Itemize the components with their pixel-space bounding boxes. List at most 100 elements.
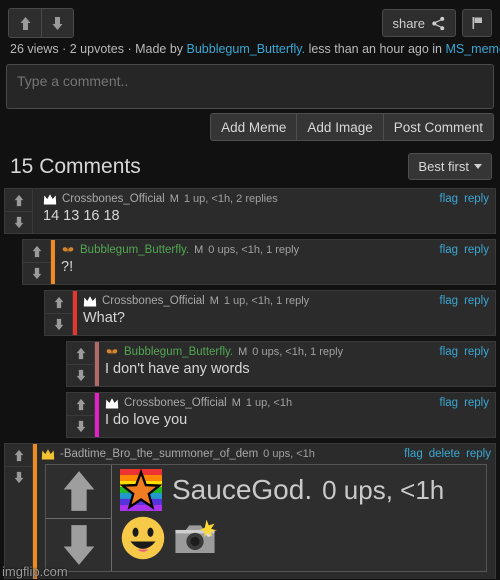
comment-vote-group	[23, 240, 51, 284]
meta-separator-1: ·	[58, 42, 70, 56]
comment-downvote-button[interactable]	[67, 364, 94, 386]
add-meme-button[interactable]: Add Meme	[210, 113, 298, 141]
comment-author-area: -Badtime_Bro_the_summoner_of_dem 0 ups, …	[41, 447, 315, 461]
composer-actions: Add Meme Add Image Post Comment	[6, 113, 494, 141]
arrow-down-icon	[63, 524, 94, 565]
comments-header: 15 Comments Best first	[0, 141, 500, 188]
comment-username[interactable]: Crossbones_Official	[124, 397, 227, 409]
gold-crown-icon	[41, 449, 55, 460]
flag-link[interactable]: flag	[440, 244, 459, 256]
arrow-up-icon	[76, 398, 85, 410]
comment-downvote-button[interactable]	[5, 211, 32, 233]
comment-header: Bubblegum_Butterfly. M 0 ups, <1h, 1 reply…	[105, 345, 489, 359]
arrow-down-icon	[76, 420, 85, 433]
flag-link[interactable]: flag	[440, 193, 459, 205]
comment-downvote-button[interactable]	[23, 262, 50, 284]
comment-upvote-button[interactable]	[5, 444, 32, 466]
reply-link[interactable]: reply	[464, 295, 489, 307]
chevron-down-icon	[474, 164, 482, 169]
comment-username[interactable]: Crossbones_Official	[62, 193, 165, 205]
comment-main: Crossbones_Official M 1 up, <1h, 1 reply fl…	[77, 291, 495, 335]
delete-link[interactable]: delete	[429, 448, 460, 460]
moderator-badge: M	[169, 193, 179, 205]
comment-main: Bubblegum_Butterfly. M 0 ups, <1h, 1 reply…	[55, 240, 495, 284]
comment-downvote-button[interactable]	[67, 415, 94, 437]
butterfly-icon	[62, 247, 74, 253]
reply-link[interactable]: reply	[464, 397, 489, 409]
stream-link[interactable]: MS_memer_group	[445, 42, 500, 56]
author-link[interactable]: Bubblegum_Butterfly.	[187, 42, 306, 56]
comment-vote-group	[45, 291, 73, 335]
comment-input[interactable]	[6, 64, 494, 109]
flag-post-button[interactable]	[462, 9, 492, 37]
post-comment-button[interactable]: Post Comment	[383, 113, 494, 141]
flag-link[interactable]: flag	[440, 346, 459, 358]
flag-link[interactable]: flag	[404, 448, 423, 460]
reply-link[interactable]: reply	[466, 448, 491, 460]
comment-author-area: Crossbones_Official M 1 up, <1h, 1 reply	[83, 294, 309, 308]
comment-downvote-button[interactable]	[45, 313, 72, 335]
comment-row: Crossbones_Official M 1 up, <1h, 1 reply fl…	[44, 290, 496, 336]
comment-links: flag reply	[440, 346, 489, 358]
sort-comments-dropdown[interactable]: Best first	[408, 153, 492, 180]
arrow-down-icon	[14, 471, 23, 484]
comment-text: ?!	[61, 259, 74, 275]
embedded-comment-image[interactable]: SauceGod. 0 ups, <1h	[45, 464, 487, 572]
comment-upvote-button[interactable]	[23, 240, 50, 262]
post-downvote-button[interactable]	[41, 9, 73, 37]
comment-upvote-button[interactable]	[5, 189, 32, 211]
share-nodes-icon	[432, 16, 445, 30]
embedded-stats: 0 ups, <1h	[322, 474, 445, 505]
rainbow-star-icon	[120, 469, 162, 511]
comment-vote-group	[67, 393, 95, 437]
comment-row-embedded: -Badtime_Bro_the_summoner_of_dem 0 ups, …	[4, 443, 496, 579]
moderator-badge: M	[209, 295, 219, 307]
flag-link[interactable]: flag	[440, 397, 459, 409]
comment-upvote-button[interactable]	[45, 291, 72, 313]
comment-downvote-button[interactable]	[5, 466, 32, 488]
comment-stats: 0 ups, <1h, 1 reply	[252, 346, 344, 358]
comment-username[interactable]: Bubblegum_Butterfly.	[80, 244, 189, 256]
imgflip-comments-page: share 26 views · 2 upvotes · Made by Bub…	[0, 0, 500, 580]
comment-body: Bubblegum_Butterfly. M 0 ups, <1h, 1 reply…	[95, 342, 495, 386]
sort-label: Best first	[418, 159, 469, 174]
embedded-upvote-button	[46, 465, 111, 518]
made-by-label: Made by	[135, 42, 187, 56]
flag-link[interactable]: flag	[440, 295, 459, 307]
comment-row: Bubblegum_Butterfly. M 0 ups, <1h, 1 reply…	[66, 341, 496, 387]
reply-link[interactable]: reply	[464, 244, 489, 256]
comment-text: 14 13 16 18	[43, 208, 120, 224]
arrow-down-icon	[76, 369, 85, 382]
embedded-vote-group	[46, 465, 112, 571]
camera-with-flash-emoji	[175, 519, 217, 553]
comment-stats: 1 up, <1h, 2 replies	[183, 193, 278, 205]
comment-row: Bubblegum_Butterfly. M 0 ups, <1h, 1 reply…	[22, 239, 496, 285]
flag-icon	[472, 17, 482, 29]
comment-upvote-button[interactable]	[67, 342, 94, 364]
comment-stats: 1 up, <1h, 1 reply	[223, 295, 310, 307]
post-upvote-button[interactable]	[9, 9, 41, 37]
comment-row: Crossbones_Official M 1 up, <1h flag reply I …	[66, 392, 496, 438]
comment-username[interactable]: Bubblegum_Butterfly.	[124, 346, 233, 358]
embedded-downvote-button	[46, 517, 111, 572]
comment-username[interactable]: Crossbones_Official	[102, 295, 205, 307]
comment-vote-group	[5, 189, 33, 233]
share-button[interactable]: share	[382, 9, 456, 37]
comment-header: -Badtime_Bro_the_summoner_of_dem 0 ups, …	[41, 447, 491, 461]
reply-link[interactable]: reply	[464, 346, 489, 358]
comment-header: Bubblegum_Butterfly. M 0 ups, <1h, 1 reply…	[61, 243, 489, 257]
reply-link[interactable]: reply	[464, 193, 489, 205]
comment-header: Crossbones_Official M 1 up, <1h flag reply	[105, 396, 489, 410]
arrow-up-icon	[32, 245, 41, 257]
comment-username[interactable]: -Badtime_Bro_the_summoner_of_dem	[60, 448, 258, 460]
comment-stats: 0 ups, <1h	[263, 448, 315, 460]
arrow-down-icon	[54, 318, 63, 331]
comment-upvote-button[interactable]	[67, 393, 94, 415]
grinning-face-emoji	[121, 516, 165, 560]
post-meta: 26 views · 2 upvotes · Made by Bubblegum…	[0, 40, 500, 64]
meta-separator-2: ·	[123, 42, 136, 56]
moderator-badge: M	[238, 346, 248, 358]
comment-author-area: Bubblegum_Butterfly. M 0 ups, <1h, 1 reply	[105, 345, 343, 359]
comment-main: Bubblegum_Butterfly. M 0 ups, <1h, 1 reply…	[99, 342, 495, 386]
add-image-button[interactable]: Add Image	[297, 113, 384, 141]
